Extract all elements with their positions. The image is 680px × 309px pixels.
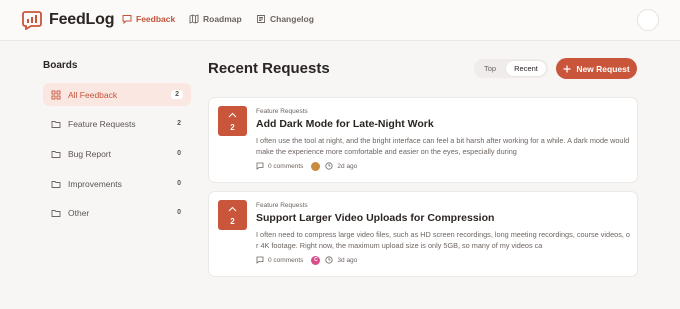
comments-link[interactable]: 0 comments	[256, 256, 303, 264]
sidebar-item-count: 2	[171, 90, 183, 99]
folder-icon	[51, 180, 61, 188]
nav-roadmap[interactable]: Roadmap	[189, 14, 242, 24]
sidebar-item-other[interactable]: Other 0	[43, 201, 191, 224]
request-time: 3d ago	[325, 256, 357, 264]
sidebar-item-feature-requests[interactable]: Feature Requests 2	[43, 112, 191, 135]
boards-title: Boards	[43, 60, 78, 71]
request-board: Feature Requests	[256, 108, 308, 115]
request-title[interactable]: Add Dark Mode for Late-Night Work	[256, 118, 434, 130]
nav-feedback-label: Feedback	[136, 14, 176, 24]
request-time-label: 2d ago	[337, 162, 358, 170]
sidebar-item-count: 2	[177, 120, 181, 127]
comments-count: 0 comments	[268, 256, 304, 264]
sidebar-item-label: Bug Report	[68, 148, 111, 159]
upvote-button[interactable]: 2	[218, 200, 247, 230]
request-card[interactable]: 2 Feature Requests Support Larger Video …	[208, 191, 638, 277]
request-time: 2d ago	[325, 162, 357, 170]
plus-icon	[563, 65, 571, 72]
request-meta: 0 comments C 3d ago	[256, 255, 357, 265]
sidebar-item-improvements[interactable]: Improvements 0	[43, 172, 191, 195]
sidebar-item-label: All Feedback	[68, 89, 118, 100]
chevron-up-icon	[228, 112, 237, 118]
new-request-button[interactable]: New Request	[556, 58, 637, 79]
folder-icon	[51, 120, 61, 128]
nav-changelog[interactable]: Changelog	[256, 14, 314, 24]
nav-roadmap-label: Roadmap	[203, 14, 242, 24]
sidebar-item-label: Other	[68, 207, 90, 218]
newspaper-icon	[257, 15, 265, 23]
sort-top-option[interactable]: Top	[484, 64, 496, 73]
folder-icon	[51, 150, 61, 158]
sidebar-item-count: 0	[177, 180, 181, 187]
grid-icon	[51, 90, 61, 99]
vote-count: 2	[230, 217, 235, 226]
sidebar-item-count: 0	[177, 150, 181, 157]
sidebar-item-label: Improvements	[68, 178, 122, 189]
sidebar-item-label: Feature Requests	[68, 118, 136, 129]
author-avatar: C	[311, 255, 321, 265]
comments-count: 0 comments	[268, 162, 304, 170]
sidebar-item-all-feedback[interactable]: All Feedback 2	[43, 83, 191, 106]
map-icon	[189, 14, 199, 24]
user-avatar[interactable]	[637, 9, 659, 31]
request-board: Feature Requests	[256, 202, 308, 209]
folder-icon	[51, 209, 61, 217]
request-title[interactable]: Support Larger Video Uploads for Compres…	[256, 212, 494, 224]
nav-feedback[interactable]: Feedback	[122, 14, 175, 24]
vote-count: 2	[230, 123, 235, 132]
request-time-label: 3d ago	[337, 256, 358, 264]
upvote-button[interactable]: 2	[218, 106, 247, 136]
chevron-up-icon	[228, 206, 237, 212]
request-description: I often use the tool at night, and the b…	[256, 136, 630, 156]
clock-icon	[325, 256, 334, 264]
sidebar-item-bug-report[interactable]: Bug Report 0	[43, 142, 191, 165]
request-description: I often need to compress large video fil…	[256, 230, 630, 250]
new-request-label: New Request	[576, 63, 630, 74]
comments-link[interactable]: 0 comments	[256, 162, 303, 170]
sort-recent-option[interactable]: Recent	[506, 61, 546, 76]
author-avatar	[311, 161, 321, 171]
comment-icon	[256, 162, 264, 170]
request-card[interactable]: 2 Feature Requests Add Dark Mode for Lat…	[208, 97, 638, 183]
message-square-icon	[122, 15, 132, 24]
logo-icon[interactable]	[22, 10, 42, 30]
top-bar: FeedLog Feedback Roadmap Changelog	[0, 0, 680, 41]
comment-icon	[256, 256, 264, 264]
brand-name[interactable]: FeedLog	[49, 11, 114, 29]
clock-icon	[325, 162, 334, 170]
sidebar-item-count: 0	[177, 209, 181, 216]
nav-changelog-label: Changelog	[270, 14, 314, 24]
request-meta: 0 comments 2d ago	[256, 161, 357, 171]
page-title: Recent Requests	[208, 60, 330, 77]
sort-toggle: Top Recent	[474, 59, 548, 78]
